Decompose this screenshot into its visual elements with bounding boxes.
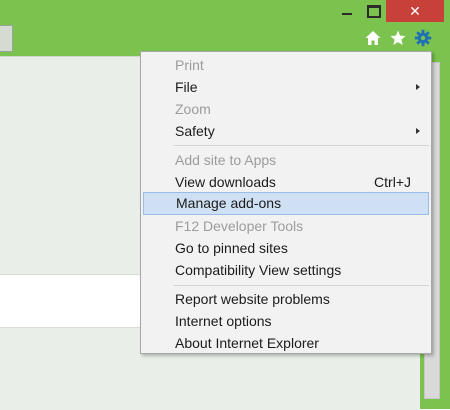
tools-menu: Print File Zoom Safety Add site to Apps … <box>140 51 432 354</box>
maximize-button[interactable] <box>362 0 386 22</box>
menu-item-add-site-to-apps[interactable]: Add site to Apps <box>143 149 429 171</box>
minimize-button[interactable] <box>336 0 358 22</box>
menu-item-label: Zoom <box>175 101 211 117</box>
menu-item-label: File <box>175 79 198 95</box>
browser-tab[interactable] <box>0 25 13 52</box>
menu-item-file[interactable]: File <box>143 76 429 98</box>
menu-item-label: Add site to Apps <box>175 152 277 168</box>
menu-item-label: Internet options <box>175 313 272 329</box>
menu-item-label: Manage add-ons <box>176 195 282 211</box>
menu-item-safety[interactable]: Safety <box>143 120 429 142</box>
menu-item-label: F12 Developer Tools <box>175 218 304 234</box>
menu-separator <box>173 145 429 146</box>
menu-item-label: Compatibility View settings <box>175 262 342 278</box>
home-icon[interactable] <box>364 29 382 47</box>
menu-item-about-internet-explorer[interactable]: About Internet Explorer <box>143 332 429 354</box>
menu-item-view-downloads[interactable]: View downloads Ctrl+J <box>143 171 429 193</box>
gear-icon[interactable] <box>414 29 432 47</box>
minimize-icon <box>342 13 352 15</box>
menu-item-label: About Internet Explorer <box>175 335 319 351</box>
menu-separator <box>173 285 429 286</box>
menu-item-compatibility-view-settings[interactable]: Compatibility View settings <box>143 259 429 281</box>
menu-item-shortcut: Ctrl+J <box>374 174 411 190</box>
submenu-arrow-icon <box>416 84 420 90</box>
menu-item-label: Safety <box>175 123 215 139</box>
menu-item-go-to-pinned-sites[interactable]: Go to pinned sites <box>143 237 429 259</box>
menu-item-label: Report website problems <box>175 291 330 307</box>
maximize-icon <box>367 4 381 18</box>
star-icon[interactable] <box>389 29 407 47</box>
submenu-arrow-icon <box>416 128 420 134</box>
menu-item-zoom[interactable]: Zoom <box>143 98 429 120</box>
close-icon: ✕ <box>409 3 421 19</box>
menu-item-print[interactable]: Print <box>143 54 429 76</box>
menu-item-label: Print <box>175 57 204 73</box>
close-button[interactable]: ✕ <box>386 0 444 22</box>
menu-item-label: View downloads <box>175 174 276 190</box>
menu-item-manage-add-ons[interactable]: Manage add-ons <box>143 192 429 215</box>
menu-item-label: Go to pinned sites <box>175 240 288 256</box>
menu-item-internet-options[interactable]: Internet options <box>143 310 429 332</box>
menu-item-report-website-problems[interactable]: Report website problems <box>143 288 429 310</box>
menu-item-f12-developer-tools[interactable]: F12 Developer Tools <box>143 215 429 237</box>
